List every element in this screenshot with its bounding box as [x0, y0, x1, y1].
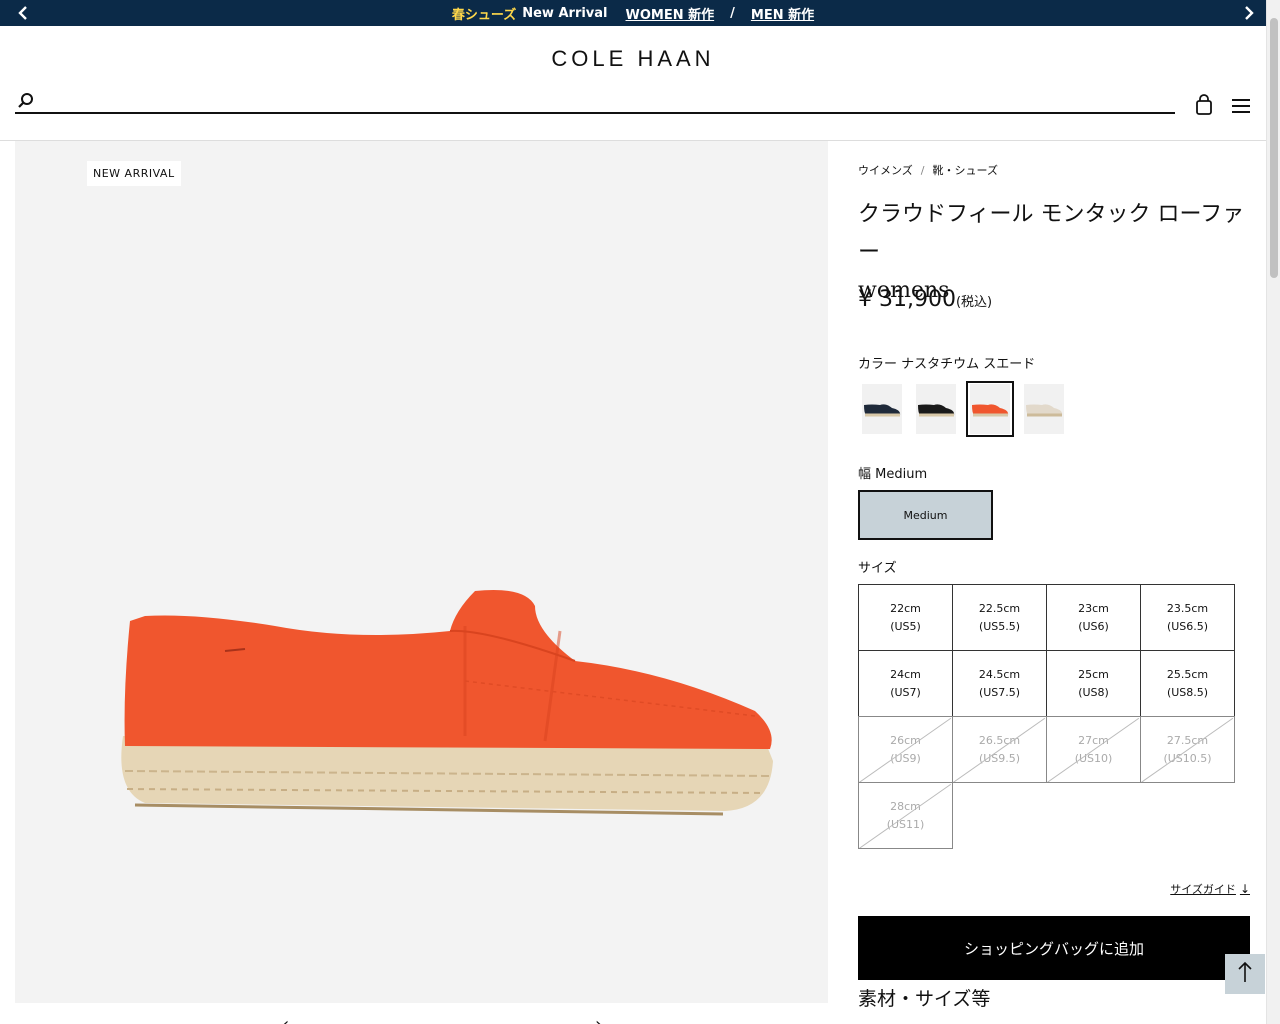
width-label: 幅 Medium	[858, 467, 928, 482]
size-option[interactable]: 23cm (US6)	[1046, 584, 1141, 651]
details-heading[interactable]: 素材・サイズ等	[858, 984, 990, 1011]
hamburger-menu-icon[interactable]	[1232, 98, 1250, 118]
size-cm-label: 26cm	[890, 733, 921, 747]
size-option[interactable]: 22.5cm (US5.5)	[952, 584, 1047, 651]
size-us-label: (US10)	[1074, 751, 1113, 765]
size-cm-label: 23cm	[1078, 601, 1109, 615]
swatch-black[interactable]	[912, 381, 960, 437]
size-us-label: (US8)	[1078, 685, 1109, 699]
product-price: ¥ 31,900(税込)	[858, 287, 992, 312]
search-input[interactable]	[45, 90, 1165, 112]
size-us-label: (US8.5)	[1166, 685, 1209, 699]
gallery-next-icon[interactable]: ›	[595, 1014, 602, 1024]
scrollbar-thumb[interactable]	[1270, 18, 1278, 278]
size-option[interactable]: 27.5cm (US10.5)	[1140, 716, 1235, 783]
breadcrumb-separator: /	[920, 164, 925, 177]
search-bar[interactable]	[15, 90, 1175, 114]
size-grid: 22cm (US5) 22.5cm (US5.5) 23cm (US6) 23.5cm (US…	[858, 584, 1235, 849]
breadcrumb: ウイメンズ / 靴・シューズ	[858, 162, 998, 178]
size-cm-label: 23.5cm	[1166, 601, 1209, 615]
size-guide-label: サイズガイド	[1170, 883, 1236, 896]
size-option[interactable]: 24cm (US7)	[858, 650, 953, 717]
back-to-top-button[interactable]	[1225, 954, 1265, 994]
size-cm-label: 27cm	[1078, 733, 1109, 747]
size-us-label: (US5)	[890, 619, 921, 633]
size-cm-label: 26.5cm	[978, 733, 1021, 747]
new-arrival-badge: NEW ARRIVAL	[87, 161, 181, 186]
announcement-highlight: 春シューズ	[451, 7, 517, 23]
size-cm-label: 25.5cm	[1166, 667, 1209, 681]
size-option[interactable]: 24.5cm (US7.5)	[952, 650, 1047, 717]
size-guide-link[interactable]: サイズガイド ↓	[1170, 881, 1250, 897]
announcement-bar: 春シューズ New Arrival WOMEN 新作 / MEN 新作	[0, 0, 1266, 26]
women-new-link[interactable]: WOMEN 新作	[626, 4, 715, 23]
announcement-next-arrow-icon[interactable]	[1236, 0, 1262, 26]
color-label: カラー ナスタチウム スエード	[858, 357, 1036, 372]
size-us-label: (US6.5)	[1166, 619, 1209, 633]
size-cm-label: 28cm	[890, 799, 921, 813]
product-name: クラウドフィール モンタック ローファー	[858, 202, 1245, 265]
swatch-navy[interactable]	[858, 381, 906, 437]
size-option[interactable]: 23.5cm (US6.5)	[1140, 584, 1235, 651]
gallery-prev-icon[interactable]: ‹	[282, 1014, 289, 1024]
brand-logo[interactable]: COLE HAAN	[0, 46, 1266, 72]
price-value: ¥ 31,900	[858, 287, 956, 312]
size-us-label: (US9)	[890, 751, 921, 765]
shopping-bag-icon[interactable]	[1195, 94, 1213, 120]
size-cm-label: 24.5cm	[978, 667, 1021, 681]
announcement-separator: /	[730, 5, 735, 21]
size-cm-label: 24cm	[890, 667, 921, 681]
product-image-loafer	[105, 571, 785, 825]
size-label: サイズ	[858, 561, 897, 576]
size-option[interactable]: 26cm (US9)	[858, 716, 953, 783]
search-icon[interactable]	[17, 92, 35, 114]
breadcrumb-item-womens[interactable]: ウイメンズ	[858, 164, 913, 177]
size-option[interactable]: 25cm (US8)	[1046, 650, 1141, 717]
size-us-label: (US11)	[886, 817, 925, 831]
price-tax-note: (税込)	[955, 295, 993, 310]
size-option[interactable]: 28cm (US11)	[858, 782, 953, 849]
size-us-label: (US5.5)	[978, 619, 1021, 633]
size-option[interactable]: 27cm (US10)	[1046, 716, 1141, 783]
page-scrollbar[interactable]	[1266, 0, 1280, 1024]
width-option-medium[interactable]: Medium	[858, 490, 993, 540]
size-option[interactable]: 22cm (US5)	[858, 584, 953, 651]
size-cm-label: 22.5cm	[978, 601, 1021, 615]
size-option[interactable]: 26.5cm (US9.5)	[952, 716, 1047, 783]
size-us-label: (US7)	[890, 685, 921, 699]
site-header: COLE HAAN	[0, 26, 1266, 141]
size-us-label: (US10.5)	[1163, 751, 1212, 765]
add-to-bag-button[interactable]: ショッピングバッグに追加	[858, 916, 1250, 980]
size-option[interactable]: 25.5cm (US8.5)	[1140, 650, 1235, 717]
breadcrumb-item-shoes[interactable]: 靴・シューズ	[933, 164, 998, 177]
size-us-label: (US9.5)	[978, 751, 1021, 765]
swatch-nasturtium-selected[interactable]	[966, 381, 1014, 437]
announcement-prev-arrow-icon[interactable]	[10, 0, 36, 26]
product-gallery[interactable]: NEW ARRIVAL	[15, 141, 828, 1003]
announcement-text: New Arrival	[522, 5, 608, 21]
size-us-label: (US6)	[1078, 619, 1109, 633]
color-swatches	[858, 381, 1068, 437]
size-cm-label: 25cm	[1078, 667, 1109, 681]
size-us-label: (US7.5)	[978, 685, 1021, 699]
size-cm-label: 27.5cm	[1166, 733, 1209, 747]
men-new-link[interactable]: MEN 新作	[751, 4, 814, 23]
arrow-down-icon: ↓	[1239, 882, 1250, 896]
arrow-up-icon	[1237, 961, 1253, 987]
size-cm-label: 22cm	[890, 601, 921, 615]
swatch-sand[interactable]	[1020, 381, 1068, 437]
